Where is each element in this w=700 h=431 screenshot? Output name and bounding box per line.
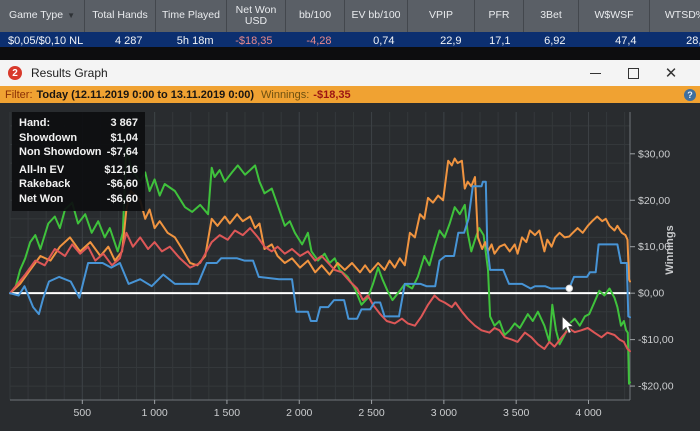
column-header-game-type[interactable]: Game Type ▼ bbox=[0, 0, 85, 32]
maximize-button[interactable] bbox=[614, 60, 652, 86]
column-header-net-won-usd[interactable]: Net Won USD bbox=[226, 0, 286, 32]
winnings-value: -$18,35 bbox=[313, 88, 351, 101]
y-axis-title: Winnings bbox=[664, 225, 676, 274]
background-strip bbox=[0, 47, 700, 60]
hover-point-dot bbox=[565, 284, 573, 293]
tooltip-row: Rakeback -$6,60 bbox=[19, 178, 138, 190]
help-icon[interactable]: ? bbox=[684, 88, 696, 101]
x-tick-label: 3 000 bbox=[431, 407, 457, 419]
column-header-bb-100[interactable]: bb/100 bbox=[285, 0, 345, 32]
x-tick-label: 500 bbox=[74, 407, 92, 419]
results-graph-plot[interactable]: $30,00 $20,00 $10,00 $0,00 -$10,00 -$20,00 500… bbox=[0, 103, 700, 431]
x-tick-label: 2 500 bbox=[358, 407, 384, 419]
column-header-vpip[interactable]: VPIP bbox=[407, 0, 475, 32]
y-tick-label: $30,00 bbox=[638, 148, 670, 160]
tooltip-row: Hand: 3 867 bbox=[19, 117, 138, 129]
tooltip-row: All-In EV $12,16 bbox=[19, 163, 138, 176]
x-tick-label: 3 500 bbox=[503, 407, 529, 419]
tooltip-row: Showdown $1,04 bbox=[19, 131, 138, 144]
x-tick-label: 2 000 bbox=[286, 407, 312, 419]
column-header-total-hands[interactable]: Total Hands bbox=[84, 0, 156, 32]
column-header-wtsd-[interactable]: WTSD% bbox=[649, 0, 700, 32]
column-header-3bet[interactable]: 3Bet bbox=[523, 0, 579, 32]
minimize-button[interactable] bbox=[576, 60, 614, 86]
tooltip-row: Non Showdown -$7,64 bbox=[19, 146, 138, 158]
y-tick-label: -$10,00 bbox=[638, 334, 674, 346]
filter-bar: Filter: Today (12.11.2019 0:00 to 13.11.… bbox=[0, 86, 700, 103]
winnings-label: Winnings: bbox=[261, 88, 310, 101]
close-button[interactable]: ✕ bbox=[652, 60, 700, 86]
filter-range: Today (12.11.2019 0:00 to 13.11.2019 0:0… bbox=[36, 88, 255, 101]
y-tick-label: $0,00 bbox=[638, 288, 664, 300]
column-header-pfr[interactable]: PFR bbox=[474, 0, 524, 32]
filter-label: Filter: bbox=[5, 88, 33, 101]
y-tick-label: $20,00 bbox=[638, 195, 670, 207]
hand-tooltip: Hand: 3 867 Showdown $1,04 Non Showdown -$7,6… bbox=[12, 112, 145, 211]
x-tick-label: 4 000 bbox=[575, 407, 601, 419]
y-tick-label: -$20,00 bbox=[638, 381, 674, 393]
stats-header-row: Game Type ▼ Total Hands Time Played Net Won … bbox=[0, 0, 700, 32]
sort-descending-icon: ▼ bbox=[67, 11, 75, 21]
window-titlebar: 2 Results Graph ✕ bbox=[0, 60, 700, 86]
column-header-ev-bb-100[interactable]: EV bb/100 bbox=[344, 0, 408, 32]
tooltip-row: Net Won -$6,60 bbox=[19, 192, 138, 205]
window-title: Results Graph bbox=[31, 66, 108, 80]
x-tick-label: 1 500 bbox=[214, 407, 240, 419]
x-tick-label: 1 000 bbox=[141, 407, 167, 419]
column-header-w-wsf[interactable]: W$WSF bbox=[578, 0, 650, 32]
stats-table: Game Type ▼ Total Hands Time Played Net Won … bbox=[0, 0, 700, 49]
app-logo-icon: 2 bbox=[8, 66, 22, 80]
series-non-showdown bbox=[9, 227, 631, 353]
column-header-time-played[interactable]: Time Played bbox=[155, 0, 227, 32]
